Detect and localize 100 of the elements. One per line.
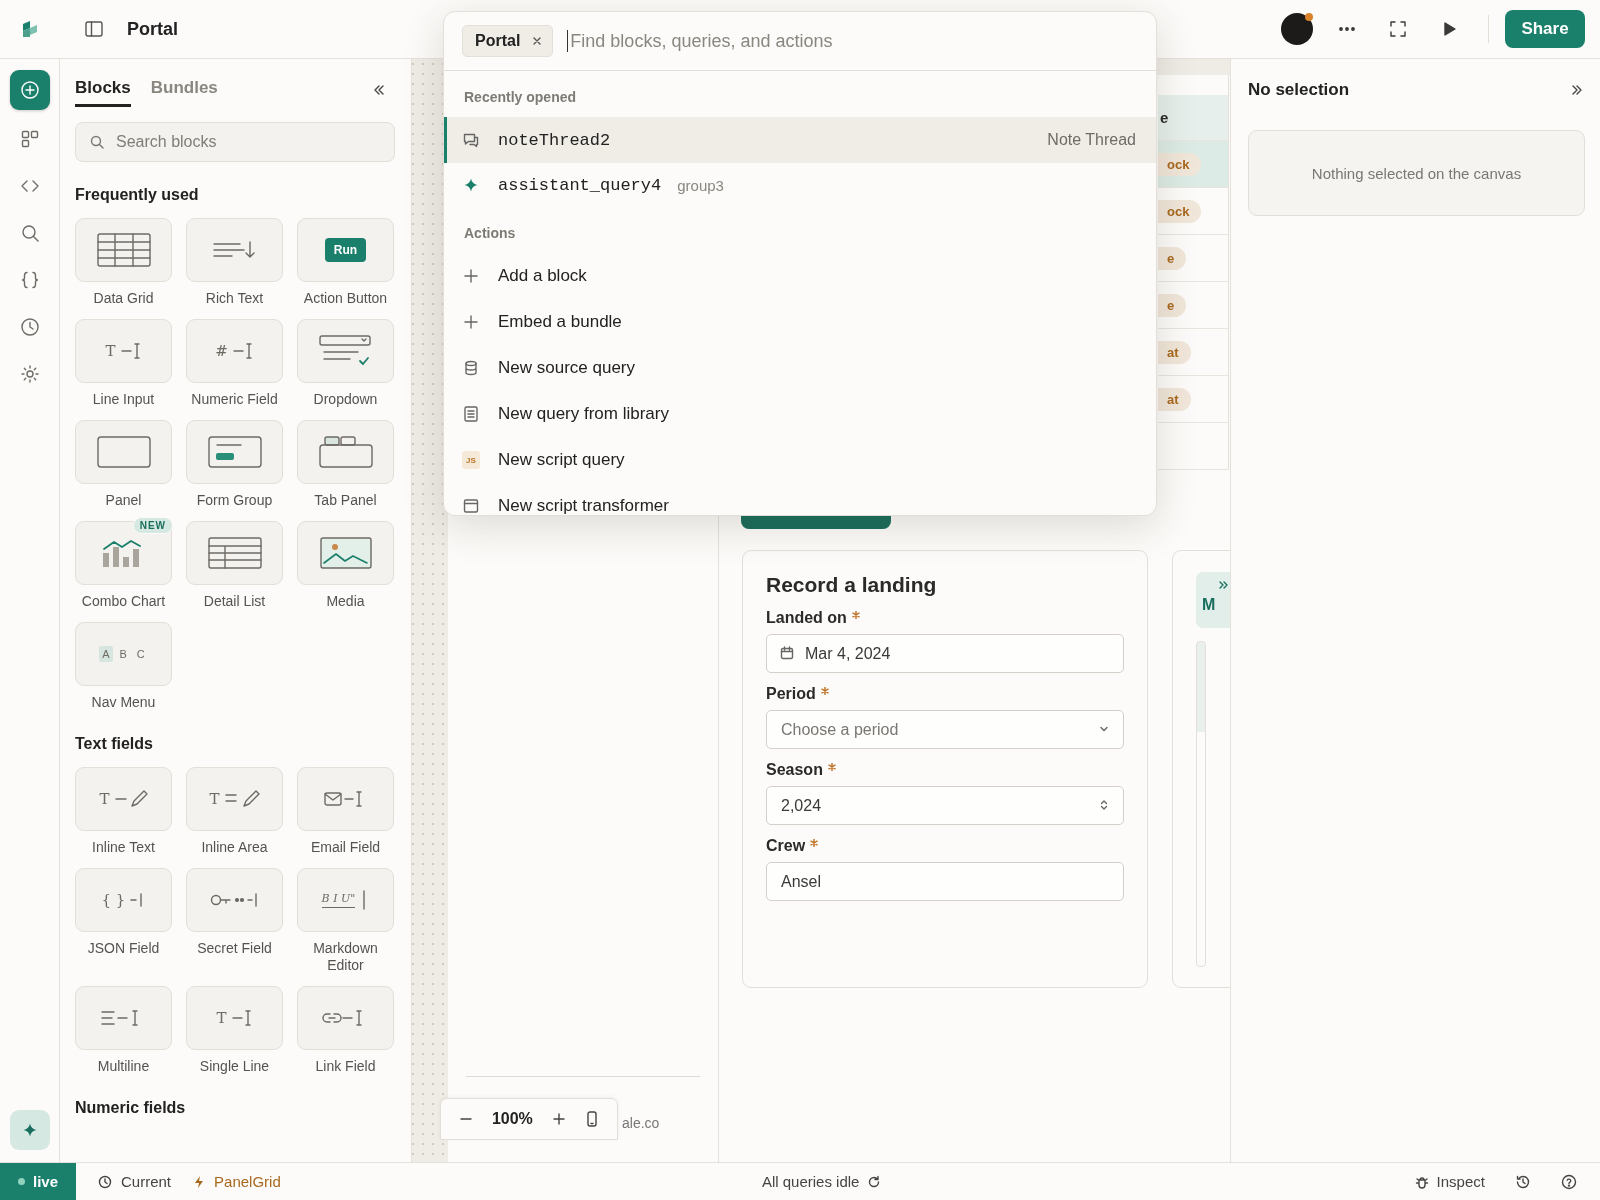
table-row[interactable]: e: [1158, 235, 1228, 282]
input-field[interactable]: Ansel: [766, 862, 1124, 901]
block-tile[interactable]: [75, 986, 172, 1050]
double-chevron-icon: [1218, 580, 1228, 590]
search-icon[interactable]: [19, 223, 40, 243]
panel-tab[interactable]: Blocks: [75, 73, 131, 107]
action-item[interactable]: New source query: [444, 345, 1156, 391]
block-tile[interactable]: Run: [297, 218, 394, 282]
fullscreen-icon[interactable]: [1388, 19, 1408, 39]
date-field[interactable]: Mar 4, 2024: [766, 634, 1124, 673]
version-link[interactable]: Current: [121, 1173, 172, 1190]
block-label: Tab Panel: [314, 492, 377, 509]
action-item[interactable]: JS New script query: [444, 437, 1156, 483]
assistant-button[interactable]: [9, 1110, 50, 1150]
block-tile[interactable]: [297, 319, 394, 383]
block-tile[interactable]: T: [186, 767, 283, 831]
pencil-icon: [113, 789, 148, 809]
result-item[interactable]: assistant_query4 group3: [444, 163, 1156, 207]
block-tile[interactable]: T: [186, 986, 283, 1050]
block-tile[interactable]: T: [75, 319, 172, 383]
action-item[interactable]: Add a block: [444, 253, 1156, 299]
block-label: Numeric Field: [191, 391, 278, 408]
block-label: Form Group: [196, 492, 273, 509]
select-field[interactable]: Choose a period: [766, 710, 1124, 749]
block-tile[interactable]: [75, 218, 172, 282]
section-heading: Frequently used: [75, 186, 200, 204]
text-cursor-icon: [119, 341, 142, 361]
database-icon: [462, 359, 480, 377]
key-field-icon: [209, 890, 260, 910]
help-icon[interactable]: [1561, 1173, 1577, 1190]
result-name: assistant_query4: [498, 175, 662, 195]
inspect-icon: [1414, 1174, 1429, 1189]
text-cursor-icon: [231, 341, 254, 361]
block-tile[interactable]: [297, 420, 394, 484]
block-tile[interactable]: [186, 218, 283, 282]
plus-icon: [462, 313, 480, 331]
block-label: Multiline: [97, 1058, 150, 1075]
table-row[interactable]: at: [1158, 376, 1228, 423]
stepper-icon[interactable]: [1098, 799, 1110, 811]
block-tile[interactable]: [297, 986, 394, 1050]
section-heading: Text fields: [75, 735, 154, 753]
block-label: Dropdown: [313, 391, 378, 408]
table-row[interactable]: e: [1158, 282, 1228, 329]
chip-label: Portal: [475, 32, 521, 50]
block-tile[interactable]: A B C: [75, 622, 172, 686]
block-tile[interactable]: [186, 420, 283, 484]
block-label: Inline Text: [92, 839, 155, 856]
share-button[interactable]: Share: [1505, 10, 1585, 48]
block-tile[interactable]: [186, 868, 283, 932]
branch-link[interactable]: PanelGrid: [214, 1173, 281, 1190]
block-tile[interactable]: [186, 521, 283, 585]
section-heading: Numeric fields: [75, 1099, 187, 1117]
clock-icon[interactable]: [19, 317, 40, 337]
refresh-icon[interactable]: [867, 1174, 882, 1189]
icon-glyph: { }: [101, 891, 126, 909]
block-tile[interactable]: B I U": [297, 868, 394, 932]
table-row[interactable]: at: [1158, 329, 1228, 376]
scope-chip[interactable]: Portal: [462, 25, 554, 57]
block-label: Markdown Editor: [312, 940, 379, 974]
block-label: JSON Field: [87, 940, 160, 957]
panel-tab[interactable]: Bundles: [150, 73, 218, 107]
block-label: Media: [326, 593, 365, 610]
block-tile[interactable]: [297, 521, 394, 585]
close-icon[interactable]: [532, 36, 543, 46]
block-tile[interactable]: [75, 420, 172, 484]
history-icon[interactable]: [1515, 1173, 1531, 1190]
block-tile[interactable]: { }: [75, 868, 172, 932]
environment-badge[interactable]: live: [0, 1163, 76, 1200]
blocks-icon[interactable]: [19, 129, 40, 149]
icon-glyph: #: [215, 342, 228, 360]
block-label: Single Line: [199, 1058, 270, 1075]
nav-tab[interactable]: M: [1196, 572, 1230, 628]
nav-letter: B: [118, 647, 128, 662]
result-item[interactable]: noteThread2 Note Thread: [444, 117, 1156, 163]
action-label: New query from library: [498, 404, 669, 424]
plus-icon: [462, 267, 480, 285]
command-search-field[interactable]: Find blocks, queries, and actions: [567, 30, 1138, 52]
table-row[interactable]: ock: [1158, 188, 1228, 235]
block-tile[interactable]: [297, 767, 394, 831]
braces-icon[interactable]: [19, 270, 40, 290]
table-row[interactable]: ock: [1158, 141, 1228, 188]
document-icon: [462, 405, 480, 423]
block-label: Email Field: [310, 839, 381, 856]
search-field[interactable]: Search blocks: [75, 122, 395, 162]
inspect-button[interactable]: Inspect: [1414, 1173, 1485, 1190]
avatar[interactable]: [1281, 13, 1313, 45]
sidebar-icon[interactable]: [84, 19, 104, 39]
action-item[interactable]: Embed a bundle: [444, 299, 1156, 345]
settings-icon[interactable]: [19, 364, 40, 384]
phone-icon[interactable]: [585, 1111, 600, 1127]
action-item[interactable]: New script transformer: [444, 483, 1156, 515]
block-tile[interactable]: T: [75, 767, 172, 831]
block-tile[interactable]: #: [186, 319, 283, 383]
status-tag: e: [1158, 293, 1187, 317]
zoom-in-icon[interactable]: [552, 1112, 567, 1126]
input-field[interactable]: 2,024: [766, 786, 1124, 825]
tab-label: M: [1202, 596, 1216, 614]
status-tag: ock: [1158, 199, 1202, 223]
action-item[interactable]: New query from library: [444, 391, 1156, 437]
add-icon[interactable]: [9, 70, 50, 110]
